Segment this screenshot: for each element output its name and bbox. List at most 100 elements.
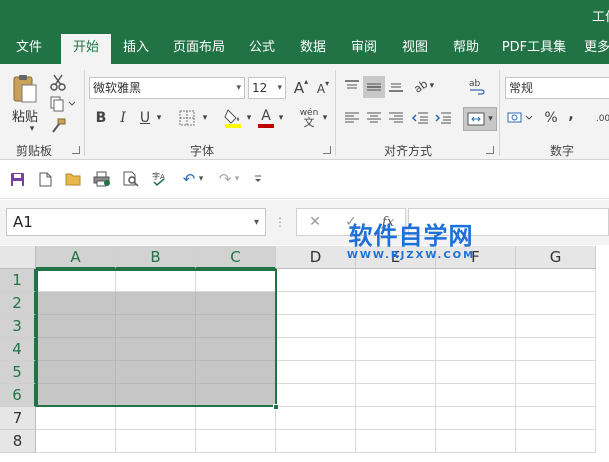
- cell-g3[interactable]: [516, 315, 596, 338]
- wrap-text-icon[interactable]: ab: [466, 75, 488, 97]
- comma-style-button[interactable]: ,: [564, 104, 578, 126]
- underline-button[interactable]: U: [136, 107, 154, 129]
- cell-e6[interactable]: [356, 384, 436, 407]
- row-header-1[interactable]: 1: [0, 269, 36, 292]
- cell-e8[interactable]: [356, 430, 436, 453]
- paste-icon[interactable]: [10, 72, 40, 106]
- cell-e3[interactable]: [356, 315, 436, 338]
- row-header-3[interactable]: 3: [0, 315, 36, 338]
- cell-g6[interactable]: [516, 384, 596, 407]
- tab-review[interactable]: 审阅: [340, 34, 388, 64]
- bold-button[interactable]: B: [92, 107, 110, 129]
- align-left-icon[interactable]: [342, 108, 362, 128]
- cell-f3[interactable]: [436, 315, 516, 338]
- column-header-e[interactable]: E: [356, 246, 436, 269]
- save-icon[interactable]: [8, 170, 26, 188]
- column-header-f[interactable]: F: [436, 246, 516, 269]
- phonetic-guide-icon[interactable]: wén 文: [298, 106, 320, 130]
- cell-c4[interactable]: [196, 338, 276, 361]
- cell-a1[interactable]: [36, 269, 116, 292]
- cell-c8[interactable]: [196, 430, 276, 453]
- open-icon[interactable]: [64, 170, 82, 188]
- column-header-c[interactable]: C: [196, 246, 276, 269]
- row-header-4[interactable]: 4: [0, 338, 36, 361]
- row-header-6[interactable]: 6: [0, 384, 36, 407]
- cell-g5[interactable]: [516, 361, 596, 384]
- cell-b5[interactable]: [116, 361, 196, 384]
- cell-a3[interactable]: [36, 315, 116, 338]
- cell-e1[interactable]: [356, 269, 436, 292]
- tab-pdf-tools[interactable]: PDF工具集: [498, 34, 570, 64]
- cell-d6[interactable]: [276, 384, 356, 407]
- cell-b1[interactable]: [116, 269, 196, 292]
- chevron-down-icon[interactable]: ▾: [320, 108, 330, 128]
- cell-f7[interactable]: [436, 407, 516, 430]
- cell-b6[interactable]: [116, 384, 196, 407]
- borders-icon[interactable]: [176, 107, 198, 129]
- tab-help[interactable]: 帮助: [442, 34, 490, 64]
- new-icon[interactable]: [36, 170, 54, 188]
- cell-c2[interactable]: [196, 292, 276, 315]
- tab-data[interactable]: 数据: [289, 34, 337, 64]
- percent-style-button[interactable]: %: [542, 107, 560, 129]
- name-box[interactable]: A1 ▾: [6, 208, 266, 236]
- cell-f2[interactable]: [436, 292, 516, 315]
- format-painter-icon[interactable]: [48, 116, 68, 136]
- alignment-launcher-icon[interactable]: [486, 146, 494, 154]
- tab-home[interactable]: 开始: [61, 34, 111, 64]
- cell-d1[interactable]: [276, 269, 356, 292]
- paste-button-label[interactable]: 粘贴: [12, 106, 38, 125]
- cell-f5[interactable]: [436, 361, 516, 384]
- cell-d5[interactable]: [276, 361, 356, 384]
- font-launcher-icon[interactable]: [323, 146, 331, 154]
- print-preview-icon[interactable]: [122, 170, 140, 188]
- cell-b8[interactable]: [116, 430, 196, 453]
- number-format-select[interactable]: 常规: [505, 77, 609, 99]
- column-header-d[interactable]: D: [276, 246, 356, 269]
- increase-decimal-button[interactable]: .00: [592, 108, 609, 130]
- chevron-down-icon[interactable]: ▾: [276, 108, 286, 128]
- row-header-8[interactable]: 8: [0, 430, 36, 453]
- fill-color-icon[interactable]: [222, 106, 244, 130]
- insert-function-button[interactable]: fx: [377, 212, 399, 232]
- cell-e4[interactable]: [356, 338, 436, 361]
- increase-indent-icon[interactable]: [433, 108, 453, 128]
- cell-c5[interactable]: [196, 361, 276, 384]
- cell-f1[interactable]: [436, 269, 516, 292]
- cell-g1[interactable]: [516, 269, 596, 292]
- cell-a8[interactable]: [36, 430, 116, 453]
- customize-toolbar-icon[interactable]: [252, 170, 264, 188]
- cell-a4[interactable]: [36, 338, 116, 361]
- cell-f8[interactable]: [436, 430, 516, 453]
- cell-a5[interactable]: [36, 361, 116, 384]
- formula-input[interactable]: [408, 208, 609, 236]
- tab-insert[interactable]: 插入: [112, 34, 160, 64]
- cell-c1[interactable]: [196, 269, 276, 292]
- bottom-align-icon[interactable]: [386, 76, 406, 96]
- orientation-icon[interactable]: ab ▾: [411, 75, 436, 97]
- tab-page-layout[interactable]: 页面布局: [166, 34, 232, 64]
- quick-print-icon[interactable]: [93, 170, 111, 188]
- paste-dropdown-icon[interactable]: ▾: [26, 124, 38, 134]
- cell-b2[interactable]: [116, 292, 196, 315]
- select-all-corner[interactable]: [0, 246, 36, 269]
- chevron-down-icon[interactable]: ▾: [154, 108, 164, 128]
- grow-font-icon[interactable]: A ▴: [291, 77, 311, 99]
- cell-d2[interactable]: [276, 292, 356, 315]
- cut-icon[interactable]: [48, 72, 68, 92]
- shrink-font-icon[interactable]: A ▾: [313, 78, 333, 100]
- cell-e5[interactable]: [356, 361, 436, 384]
- cell-g2[interactable]: [516, 292, 596, 315]
- cell-d7[interactable]: [276, 407, 356, 430]
- cell-g8[interactable]: [516, 430, 596, 453]
- tab-more[interactable]: 更多: [584, 34, 609, 64]
- chevron-down-icon[interactable]: ▾: [200, 108, 210, 128]
- cell-d3[interactable]: [276, 315, 356, 338]
- cell-b3[interactable]: [116, 315, 196, 338]
- cell-c7[interactable]: [196, 407, 276, 430]
- chevron-down-icon[interactable]: ▾: [244, 108, 254, 128]
- font-color-icon[interactable]: A: [256, 106, 276, 130]
- clipboard-launcher-icon[interactable]: [72, 146, 80, 154]
- cell-b7[interactable]: [116, 407, 196, 430]
- middle-align-icon[interactable]: [363, 76, 385, 98]
